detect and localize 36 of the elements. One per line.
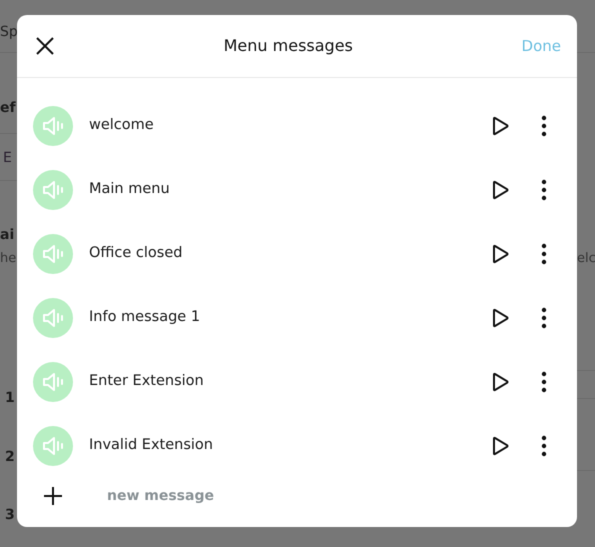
page-text: ef: [0, 99, 16, 118]
speaker-icon: [33, 298, 73, 338]
message-name[interactable]: Enter Extension: [89, 371, 491, 393]
play-button[interactable]: [491, 244, 509, 264]
page-text: 2: [5, 448, 15, 467]
page-text: Sp: [0, 23, 17, 42]
speaker-icon: [33, 426, 73, 466]
play-button[interactable]: [491, 308, 509, 328]
speaker-icon: [33, 234, 73, 274]
page-text: he: [0, 250, 16, 268]
message-name[interactable]: Office closed: [89, 243, 491, 265]
page-text: 3: [5, 506, 15, 525]
speaker-icon: [33, 362, 73, 402]
message-name[interactable]: Info message 1: [89, 307, 491, 329]
message-name[interactable]: welcome: [89, 115, 491, 137]
speaker-icon: [33, 106, 73, 146]
page-text: ai: [0, 226, 14, 245]
message-name[interactable]: Invalid Extension: [89, 435, 491, 457]
more-options-button[interactable]: [541, 243, 547, 265]
message-name[interactable]: Main menu: [89, 179, 491, 201]
more-options-button[interactable]: [541, 435, 547, 457]
play-button[interactable]: [491, 180, 509, 200]
play-button[interactable]: [491, 436, 509, 456]
more-options-button[interactable]: [541, 371, 547, 393]
page-text: elc: [577, 250, 595, 268]
close-button[interactable]: [35, 36, 55, 56]
add-icon[interactable]: [43, 486, 63, 506]
page-text: 1: [5, 389, 15, 408]
play-button[interactable]: [491, 116, 509, 136]
more-options-button[interactable]: [541, 179, 547, 201]
page-text: E: [3, 149, 12, 168]
play-button[interactable]: [491, 372, 509, 392]
dialog-title: Menu messages: [222, 35, 354, 57]
more-options-button[interactable]: [541, 307, 547, 329]
more-options-button[interactable]: [541, 115, 547, 137]
speaker-icon: [33, 170, 73, 210]
